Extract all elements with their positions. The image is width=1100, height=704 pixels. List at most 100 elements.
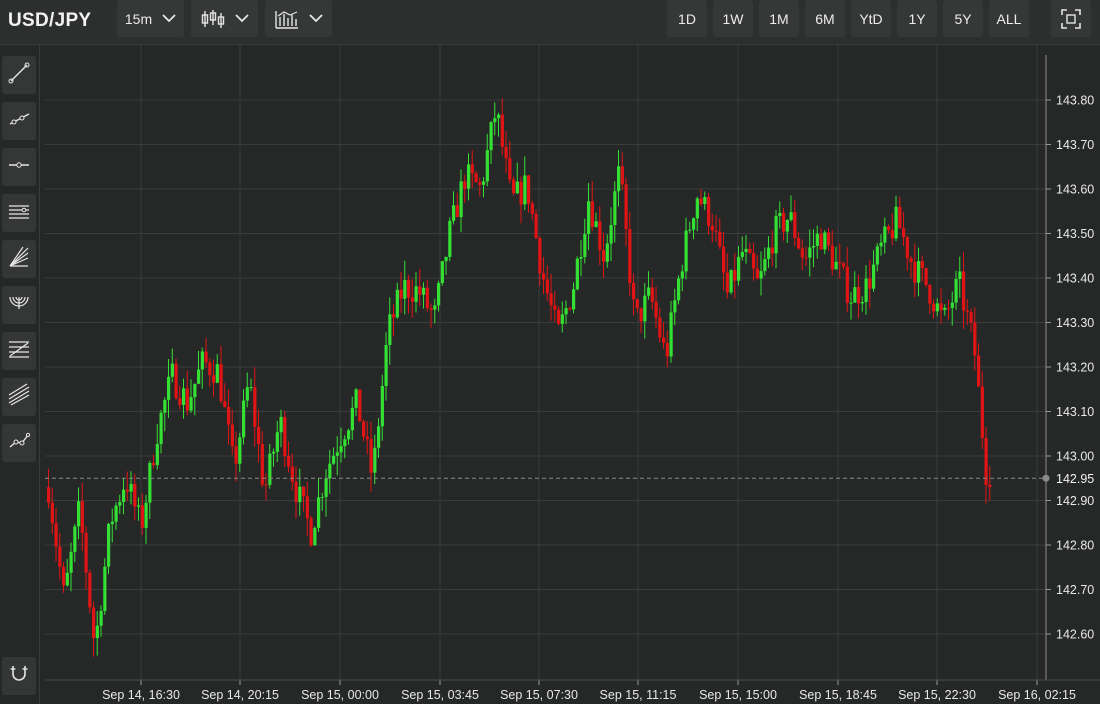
candle-body [969,311,973,323]
candle-body [665,342,669,357]
candle-body [838,261,842,264]
candle-body [902,228,906,238]
candle-body [669,312,673,357]
candle-body [725,272,729,293]
candle-body [309,518,313,546]
candle-body [684,230,688,272]
candle-body [767,247,771,259]
candle-body [849,302,853,304]
candle-body [95,625,99,639]
candle-body [864,278,868,303]
candle-body [407,279,411,298]
candle-body [249,387,253,389]
candle-body [118,502,122,506]
candle-body [898,206,902,229]
candle-body [320,496,324,498]
x-tick-label: Sep 14, 20:15 [201,688,279,702]
candle-body [530,203,534,214]
candle-body [748,248,752,254]
candle-body [590,201,594,227]
candle-body [609,225,613,244]
candle-body [302,486,306,497]
candle-body [58,546,62,567]
candle-body [699,198,703,205]
candle-body [542,273,546,280]
candle-body [564,308,568,315]
candle-body [324,478,328,497]
price-axis: 143.80 143.70 143.60 143.50 143.40 143.30 143.… [1045,55,1094,680]
x-tick-label: Sep 15, 00:00 [301,688,379,702]
candle-body [797,237,801,249]
candle-body [872,264,876,289]
candle-body [538,237,542,274]
candle-body [482,181,486,185]
candle-body [178,398,182,405]
candle-body [808,247,812,258]
candle-body [110,521,114,524]
candle-body [463,181,467,189]
price-chart[interactable]: 142.95 143.80143.70143.60143.50143.40143… [0,0,1100,704]
candle-body [204,351,208,363]
candle-body [65,572,69,586]
candle-body [789,212,793,221]
candle-body [737,256,741,281]
candle-body [774,216,778,254]
candle-body [212,375,216,383]
candle-body [425,287,429,308]
candle-body [373,447,377,473]
x-tick-label: Sep 15, 22:30 [898,688,976,702]
candle-body [455,205,459,218]
candle-body [339,446,343,453]
y-tick-label: 143.80 [1056,94,1094,108]
candle-body [452,205,456,221]
candle-body [287,455,291,467]
candle-body [474,173,478,183]
candle-body [752,253,756,269]
candle-body [350,407,354,431]
candle-body [928,285,932,304]
candle-body [920,261,924,268]
candle-body [793,212,797,238]
candle-body [429,307,433,310]
candle-body [583,234,587,258]
candle-body [662,337,666,343]
y-tick-label: 143.60 [1056,183,1094,197]
candle-body [129,483,133,492]
x-tick-label: Sep 15, 18:45 [799,688,877,702]
candle-body [950,302,954,308]
candle-body [335,452,339,456]
candle-body [939,303,943,311]
candle-body [763,258,767,272]
candle-body [935,303,939,312]
candle-body [534,213,538,238]
candle-body [508,158,512,180]
candle-body [182,388,186,405]
candle-body [253,387,257,427]
candle-body [343,439,347,447]
candle-body [223,401,227,407]
candle-body [560,314,564,324]
candle-body [834,261,838,270]
candle-body [155,444,159,466]
candle-body [680,271,684,279]
candle-body [125,489,129,492]
candle-body [185,388,189,411]
candle-body [107,523,111,567]
candle-body [80,501,84,533]
candle-body [830,245,834,270]
candle-body [305,496,309,519]
x-tick-label: Sep 15, 07:30 [500,688,578,702]
candle-body [905,237,909,259]
candle-body [174,363,178,399]
y-tick-label: 143.20 [1056,361,1094,375]
candle-body [388,314,392,345]
candle-body [489,122,493,151]
candle-body [815,233,819,246]
candle-body [459,181,463,218]
candle-body [54,523,58,547]
candle-body [958,271,962,279]
candle-body [710,225,714,231]
candle-body [947,307,951,309]
candle-body [159,412,163,445]
candle-body [99,610,103,626]
